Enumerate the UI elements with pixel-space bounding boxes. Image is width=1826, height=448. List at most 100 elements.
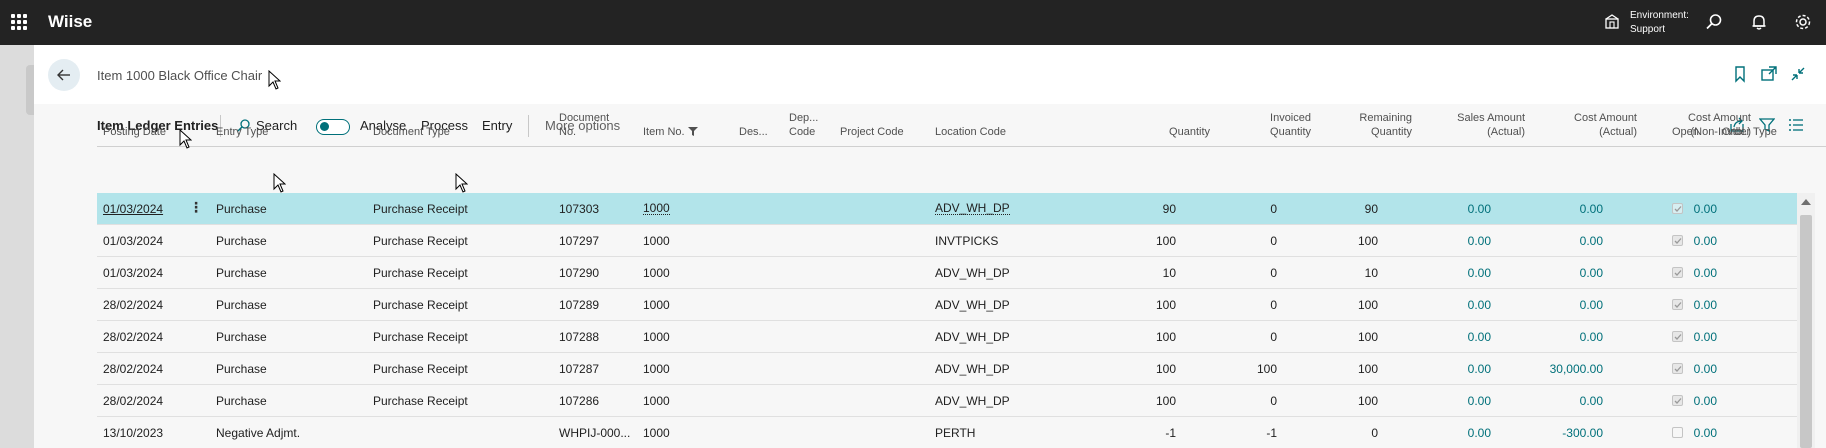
posting-date-cell[interactable]: 28/02/2024 bbox=[103, 298, 163, 312]
bell-icon[interactable] bbox=[1749, 12, 1769, 32]
table-row[interactable]: 28/02/2024 Purchase Purchase Receipt 107288… bbox=[97, 321, 1797, 353]
item-no-cell[interactable]: 1000 bbox=[643, 330, 670, 344]
col-invoiced-quantity[interactable]: Invoiced Quantity bbox=[1270, 111, 1311, 139]
back-button[interactable] bbox=[48, 59, 80, 91]
invoiced-quantity-cell: 0 bbox=[1270, 394, 1277, 408]
sales-amount-cell[interactable]: 0.00 bbox=[1468, 330, 1491, 344]
location-code-cell[interactable]: ADV_WH_DP bbox=[935, 330, 1010, 344]
col-open[interactable]: Open bbox=[1672, 125, 1699, 139]
posting-date-cell[interactable]: 01/03/2024 bbox=[103, 202, 163, 216]
cost-non-invtbl-cell[interactable]: 0.00 bbox=[1694, 234, 1717, 248]
table-row[interactable]: 28/02/2024 Purchase Purchase Receipt 107287… bbox=[97, 353, 1797, 385]
checkmark-icon bbox=[1674, 333, 1681, 340]
location-code-cell[interactable]: ADV_WH_DP bbox=[935, 362, 1010, 376]
col-entry-type[interactable]: Entry Type bbox=[216, 125, 268, 139]
location-code-cell[interactable]: ADV_WH_DP bbox=[935, 394, 1010, 408]
open-new-window-icon[interactable] bbox=[1760, 65, 1778, 83]
checkmark-icon bbox=[1674, 269, 1681, 276]
table-row[interactable]: 13/10/2023 Negative Adjmt. WHPIJ-000... 100… bbox=[97, 417, 1797, 448]
posting-date-cell[interactable]: 01/03/2024 bbox=[103, 234, 163, 248]
table-row[interactable]: 01/03/2024 Purchase Purchase Receipt 107297… bbox=[97, 225, 1797, 257]
posting-date-cell[interactable]: 28/02/2024 bbox=[103, 362, 163, 376]
location-code-cell[interactable]: ADV_WH_DP bbox=[935, 298, 1010, 312]
sales-amount-cell[interactable]: 0.00 bbox=[1468, 362, 1491, 376]
cost-non-invtbl-cell[interactable]: 0.00 bbox=[1694, 330, 1717, 344]
app-launcher-icon[interactable] bbox=[11, 14, 27, 30]
col-document-type[interactable]: Document Type bbox=[373, 125, 450, 139]
item-no-cell[interactable]: 1000 bbox=[643, 234, 670, 248]
table-row[interactable]: 28/02/2024 Purchase Purchase Receipt 107289… bbox=[97, 289, 1797, 321]
table-row[interactable]: 28/02/2024 Purchase Purchase Receipt 107286… bbox=[97, 385, 1797, 417]
item-no-cell[interactable]: 1000 bbox=[643, 298, 670, 312]
posting-date-cell[interactable]: 13/10/2023 bbox=[103, 426, 163, 440]
sales-amount-cell[interactable]: 0.00 bbox=[1468, 394, 1491, 408]
cost-amount-cell[interactable]: 0.00 bbox=[1580, 394, 1603, 408]
cost-non-invtbl-cell[interactable]: 0.00 bbox=[1694, 266, 1717, 280]
collapse-icon[interactable] bbox=[1789, 65, 1807, 83]
col-document-no[interactable]: Document No. bbox=[559, 111, 609, 139]
col-location-code[interactable]: Location Code bbox=[935, 125, 1006, 139]
col-sales-line2: (Actual) bbox=[1487, 126, 1525, 138]
col-remaining-line1: Remaining bbox=[1359, 112, 1412, 124]
posting-date-cell[interactable]: 28/02/2024 bbox=[103, 394, 163, 408]
table-row[interactable]: 01/03/2024 Purchase Purchase Receipt 107303… bbox=[97, 193, 1797, 225]
item-no-cell[interactable]: 1000 bbox=[643, 266, 670, 280]
cost-non-invtbl-cell[interactable]: 0.00 bbox=[1694, 298, 1717, 312]
col-remaining-quantity[interactable]: Remaining Quantity bbox=[1359, 111, 1412, 139]
cost-amount-cell[interactable]: 0.00 bbox=[1580, 330, 1603, 344]
open-checkbox bbox=[1672, 299, 1683, 310]
item-no-cell[interactable]: 1000 bbox=[643, 362, 670, 376]
vertical-scrollbar[interactable] bbox=[1797, 193, 1815, 448]
sales-amount-cell[interactable]: 0.00 bbox=[1468, 234, 1491, 248]
col-posting-date[interactable]: Posting Date bbox=[103, 125, 166, 139]
scroll-up-icon[interactable] bbox=[1801, 199, 1811, 205]
posting-date-cell[interactable]: 28/02/2024 bbox=[103, 330, 163, 344]
posting-date-cell[interactable]: 01/03/2024 bbox=[103, 266, 163, 280]
table-row[interactable]: 01/03/2024 Purchase Purchase Receipt 107290… bbox=[97, 257, 1797, 289]
invoiced-quantity-cell: 0 bbox=[1270, 266, 1277, 280]
item-no-cell[interactable]: 1000 bbox=[643, 202, 670, 215]
location-code-cell[interactable]: PERTH bbox=[935, 426, 975, 440]
sales-amount-cell[interactable]: 0.00 bbox=[1468, 266, 1491, 280]
cost-non-invtbl-cell[interactable]: 0.00 bbox=[1694, 426, 1717, 440]
location-code-cell[interactable]: INVTPICKS bbox=[935, 234, 998, 248]
search-icon[interactable] bbox=[1704, 12, 1724, 32]
location-code-cell[interactable]: ADV_WH_DP bbox=[935, 266, 1010, 280]
cost-non-invtbl-cell[interactable]: 0.00 bbox=[1694, 394, 1717, 408]
remaining-quantity-cell: 10 bbox=[1364, 266, 1378, 280]
environment-value: Support bbox=[1630, 24, 1666, 35]
table-header: Posting Date Entry Type Document Type Do… bbox=[97, 101, 1826, 147]
cost-amount-cell[interactable]: 0.00 bbox=[1580, 266, 1603, 280]
cost-amount-cell[interactable]: 0.00 bbox=[1580, 234, 1603, 248]
environment-info[interactable]: Environment: Support bbox=[1630, 9, 1689, 37]
col-order-type[interactable]: Order Type bbox=[1722, 125, 1777, 139]
sales-amount-cell[interactable]: 0.00 bbox=[1468, 426, 1491, 440]
document-type-cell: Purchase Receipt bbox=[373, 234, 468, 248]
col-description[interactable]: Des... bbox=[739, 125, 768, 139]
col-project-code[interactable]: Project Code bbox=[840, 125, 904, 139]
document-type-cell: Purchase Receipt bbox=[373, 394, 468, 408]
bookmark-icon[interactable] bbox=[1731, 65, 1749, 83]
scrollbar-thumb[interactable] bbox=[1800, 215, 1812, 448]
row-actions-icon[interactable]: ⋮ bbox=[189, 200, 203, 214]
sales-amount-cell[interactable]: 0.00 bbox=[1468, 298, 1491, 312]
cost-amount-cell[interactable]: 0.00 bbox=[1580, 298, 1603, 312]
sales-amount-cell[interactable]: 0.00 bbox=[1468, 202, 1491, 216]
item-no-cell[interactable]: 1000 bbox=[643, 426, 670, 440]
cost-amount-cell[interactable]: 0.00 bbox=[1580, 202, 1603, 216]
col-dept-code[interactable]: Dep... Code bbox=[789, 111, 818, 139]
cost-non-invtbl-cell[interactable]: 0.00 bbox=[1694, 202, 1717, 216]
entry-type-cell: Purchase bbox=[216, 362, 267, 376]
remaining-quantity-cell: 90 bbox=[1364, 202, 1378, 216]
location-code-cell[interactable]: ADV_WH_DP bbox=[935, 202, 1010, 215]
gear-icon[interactable] bbox=[1793, 12, 1813, 32]
cost-amount-cell[interactable]: 30,000.00 bbox=[1550, 362, 1603, 376]
cost-non-invtbl-cell[interactable]: 0.00 bbox=[1694, 362, 1717, 376]
col-quantity[interactable]: Quantity bbox=[1169, 125, 1210, 139]
item-no-cell[interactable]: 1000 bbox=[643, 394, 670, 408]
col-item-no[interactable]: Item No. bbox=[643, 125, 698, 139]
col-sales-amount[interactable]: Sales Amount (Actual) bbox=[1457, 111, 1525, 139]
cost-amount-cell[interactable]: -300.00 bbox=[1562, 426, 1603, 440]
col-cost-amount[interactable]: Cost Amount (Actual) bbox=[1574, 111, 1637, 139]
brand-name[interactable]: Wiise bbox=[48, 12, 92, 32]
